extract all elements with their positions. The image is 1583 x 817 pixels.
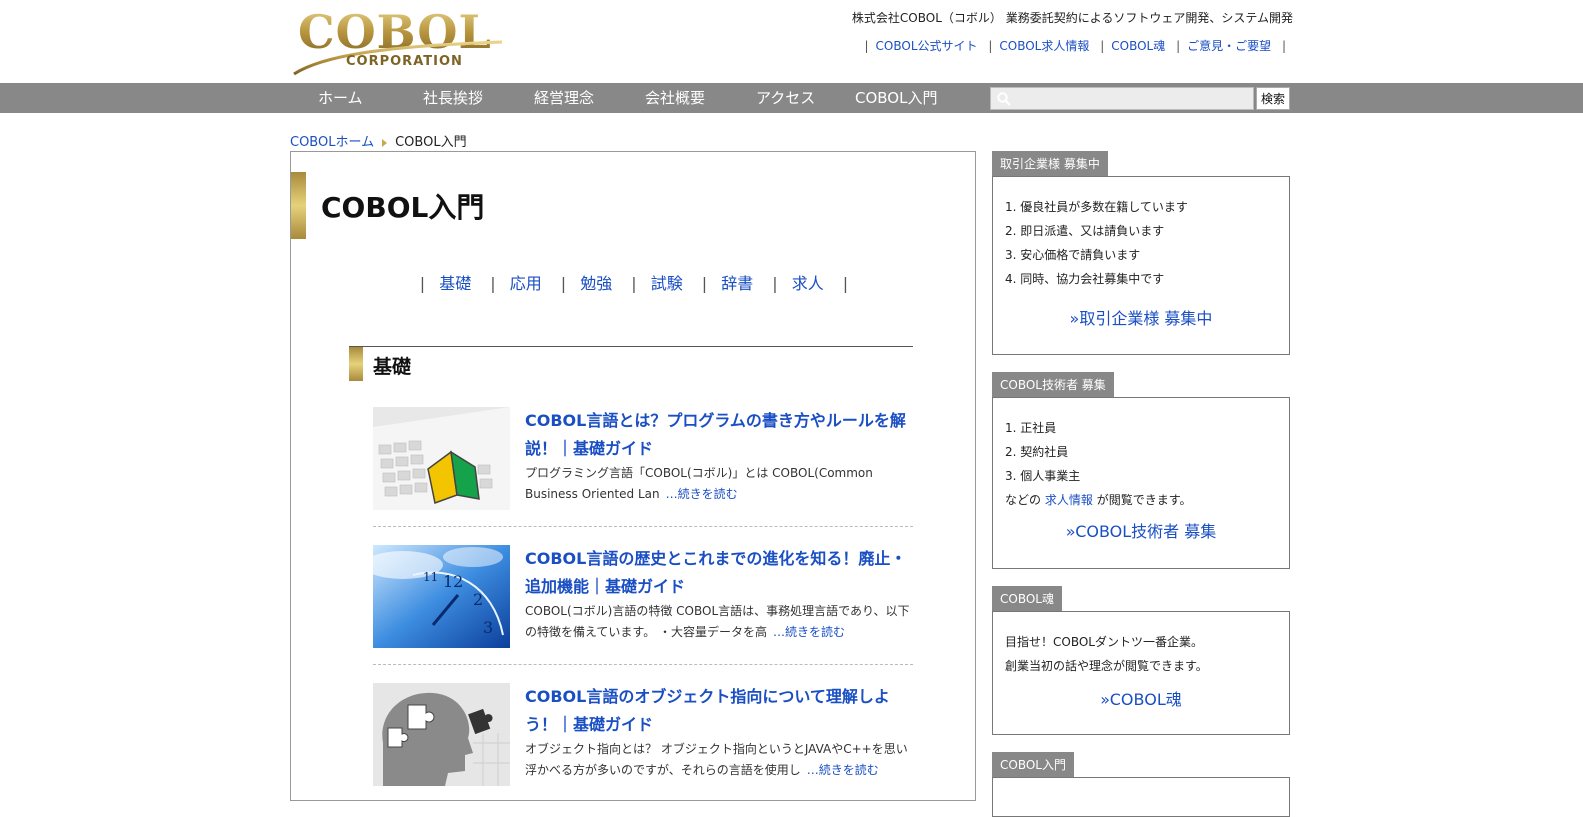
subnav-applied[interactable]: 応用 [510,274,542,293]
spirit-link[interactable]: »COBOL魂 [1005,686,1277,710]
nav-greeting[interactable]: 社長挨拶 [423,87,483,108]
article-excerpt-text: COBOL(コボル)言語の特徴 COBOL言語は、事務処理言語であり、以下の特徴… [525,604,910,639]
article-excerpt: COBOL(コボル)言語の特徴 COBOL言語は、事務処理言語であり、以下の特徴… [525,601,915,643]
article-title[interactable]: COBOL言語のオブジェクト指向について理解しよう！｜基礎ガイド [525,683,910,739]
breadcrumb-home[interactable]: COBOLホーム [290,135,374,150]
article-item: 12 2 3 11 COBOL言語の歴史とこれまでの進化を知る！廃止・追加機能｜… [373,545,913,665]
spirit-line: 目指せ！COBOLダントツ一番企業。 [1005,635,1203,649]
svg-text:CORPORATION: CORPORATION [346,54,463,69]
subnav-exam[interactable]: 試験 [651,274,683,293]
sidebar-engineers-label: COBOL技術者 募集 [992,372,1114,397]
breadcrumb: COBOLホーム COBOL入門 [290,131,467,150]
page-title: COBOL入門 [321,191,485,224]
nav-access[interactable]: アクセス [756,87,815,108]
engineers-note: などの 求人情報 が閲覧できます。 [1005,488,1277,512]
svg-text:11: 11 [423,570,438,584]
section-divider [349,346,913,347]
link-cobol-spirit[interactable]: COBOL魂 [1111,39,1165,53]
list-item: 1. 正社員 [1005,421,1057,435]
nav-cobol-intro[interactable]: COBOL入門 [855,87,937,108]
sidebar-engineers-list: 1. 正社員 2. 契約社員 3. 個人事業主 [1005,416,1277,488]
sidebar-engineers: COBOL技術者 募集 1. 正社員 2. 契約社員 3. 個人事業主 などの … [992,372,1290,569]
article-title[interactable]: COBOL言語の歴史とこれまでの進化を知る！廃止・追加機能｜基礎ガイド [525,545,910,601]
article-divider [373,526,913,527]
clock-icon: 12 2 3 11 [373,545,510,648]
cobol-logo[interactable]: COBOL CORPORATION [292,4,506,78]
breadcrumb-arrow-icon [382,138,388,147]
list-item: 3. 個人事業主 [1005,469,1081,483]
recruit-info-link[interactable]: 求人情報 [1045,493,1093,507]
sidebar-spirit: COBOL魂 目指せ！COBOLダントツ一番企業。 創業当初の話や理念が閲覧でき… [992,586,1290,735]
keyboard-icon [373,407,510,510]
list-item: 4. 同時、協力会社募集中です [1005,272,1165,286]
article-thumbnail[interactable]: 12 2 3 11 [373,545,510,648]
section-accent-bar [349,347,363,381]
nav-company[interactable]: 会社概要 [645,87,705,108]
top-links: | COBOL公式サイト | COBOL求人情報 | COBOL魂 | ご意見・ご要望 … [864,39,1286,53]
link-official-site[interactable]: COBOL公式サイト [876,39,978,53]
subnav-dictionary[interactable]: 辞書 [721,274,753,293]
sidebar-partners-list: 1. 優良社員が多数在籍しています 2. 即日派遣、又は請負います 3. 安心価… [1005,195,1277,291]
main-content: COBOL入門 | 基礎 | 応用 | 勉強 | 試験 | 辞書 | 求人 | 基礎 [290,151,976,801]
sidebar-spirit-body: 目指せ！COBOLダントツ一番企業。 創業当初の話や理念が閲覧できます。 »CO… [992,611,1290,735]
svg-text:12: 12 [443,572,463,591]
read-more-link[interactable]: …続きを読む [773,625,845,639]
main-nav: ホーム 社長挨拶 経営理念 会社概要 アクセス COBOL入門 検索 [0,83,1583,113]
article-divider [373,664,913,665]
read-more-link[interactable]: …続きを読む [666,487,738,501]
sidebar-engineers-body: 1. 正社員 2. 契約社員 3. 個人事業主 などの 求人情報 が閲覧できます… [992,397,1290,569]
list-item: 2. 契約社員 [1005,445,1069,459]
title-accent-bar [291,172,306,239]
sidebar-intro-label: COBOL入門 [992,752,1074,777]
subnav-basics[interactable]: 基礎 [439,274,471,293]
article-item: COBOL言語のオブジェクト指向について理解しよう！｜基礎ガイド オブジェクト指… [373,683,913,803]
spirit-line: 創業当初の話や理念が閲覧できます。 [1005,659,1208,673]
partners-recruit-link[interactable]: »取引企業様 募集中 [1005,305,1277,329]
note-text: が閲覧できます。 [1096,493,1192,507]
article-excerpt: プログラミング言語「COBOL(コボル)」とは COBOL(Common Bus… [525,463,915,505]
puzzle-head-icon [373,683,510,786]
article-excerpt: オブジェクト指向とは？ オブジェクト指向というとJAVAやC++を思い浮かべる方… [525,739,915,781]
sub-nav: | 基礎 | 応用 | 勉強 | 試験 | 辞書 | 求人 | [419,274,849,293]
site-header: COBOL CORPORATION 株式会社COBOL（コボル） 業務委託契約に… [0,0,1583,83]
read-more-link[interactable]: …続きを読む [807,763,879,777]
breadcrumb-current: COBOL入門 [395,135,467,150]
sidebar-intro: COBOL入門 [992,752,1290,817]
subnav-study[interactable]: 勉強 [580,274,612,293]
list-item: 2. 即日派遣、又は請負います [1005,224,1165,238]
link-feedback[interactable]: ご意見・ご要望 [1187,39,1271,53]
nav-home[interactable]: ホーム [318,87,363,108]
article-thumbnail[interactable] [373,683,510,786]
search-input[interactable] [990,87,1254,110]
svg-text:2: 2 [473,590,483,609]
svg-text:COBOL: COBOL [298,5,492,59]
section-title: 基礎 [373,356,412,378]
sidebar-intro-body [992,777,1290,817]
sidebar-partners-label: 取引企業様 募集中 [992,151,1108,176]
link-recruit-info[interactable]: COBOL求人情報 [999,39,1089,53]
list-item: 1. 優良社員が多数在籍しています [1005,200,1188,214]
nav-philosophy[interactable]: 経営理念 [534,87,594,108]
sidebar-spirit-label: COBOL魂 [992,586,1062,611]
sidebar-partners: 取引企業様 募集中 1. 優良社員が多数在籍しています 2. 即日派遣、又は請負… [992,151,1290,355]
engineers-recruit-link[interactable]: »COBOL技術者 募集 [1005,518,1277,542]
article-title[interactable]: COBOL言語とは？プログラムの書き方やルールを解説！｜基礎ガイド [525,407,910,463]
article-thumbnail[interactable] [373,407,510,510]
subnav-jobs[interactable]: 求人 [792,274,824,293]
svg-text:3: 3 [483,618,493,637]
tagline: 株式会社COBOL（コボル） 業務委託契約によるソフトウェア開発、システム開発 [851,11,1293,25]
sidebar-partners-body: 1. 優良社員が多数在籍しています 2. 即日派遣、又は請負います 3. 安心価… [992,176,1290,355]
article-item: COBOL言語とは？プログラムの書き方やルールを解説！｜基礎ガイド プログラミン… [373,407,913,527]
search-icon [997,92,1011,106]
list-item: 3. 安心価格で請負います [1005,248,1141,262]
note-text: などの [1005,493,1042,507]
logo-graphic: COBOL CORPORATION [293,5,503,76]
search-button[interactable]: 検索 [1256,87,1290,110]
